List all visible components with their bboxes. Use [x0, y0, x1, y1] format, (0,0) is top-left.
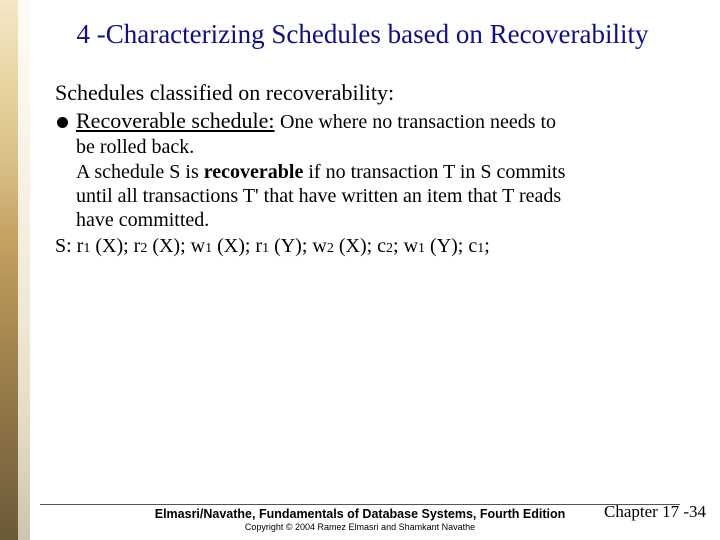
bullet-term: Recoverable schedule:	[76, 108, 275, 133]
cont-line-2: A schedule S is recoverable if no transa…	[76, 160, 670, 184]
schedule-expression: S: r1 (X); r2 (X); w1 (X); r1 (Y); w2 (X…	[55, 235, 670, 258]
bullet-desc: One where no transaction needs to	[280, 111, 556, 133]
chapter-label: Chapter 17 -34	[604, 502, 706, 522]
cont-2c: if no transaction T in S commits	[303, 161, 565, 183]
cont-line-3: until all transactions T' that have writ…	[76, 184, 670, 208]
bullet-item: Recoverable schedule: One where no trans…	[55, 108, 670, 135]
slide-content: 4 -Characterizing Schedules based on Rec…	[0, 0, 720, 540]
slide-title: 4 -Characterizing Schedules based on Rec…	[55, 18, 670, 50]
intro-text: Schedules classified on recoverability:	[55, 80, 670, 106]
bullet-icon	[57, 117, 68, 128]
cont-2a: A schedule S is	[76, 161, 204, 183]
cont-2b: recoverable	[204, 161, 304, 183]
continuation-text: be rolled back. A schedule S is recovera…	[76, 135, 670, 233]
bullet-text: Recoverable schedule: One where no trans…	[76, 108, 556, 135]
cont-line-1: be rolled back.	[76, 135, 670, 159]
cont-line-4: have committed.	[76, 208, 670, 232]
footer-copyright: Copyright © 2004 Ramez Elmasri and Shamk…	[0, 522, 720, 532]
footer-divider	[40, 504, 680, 505]
